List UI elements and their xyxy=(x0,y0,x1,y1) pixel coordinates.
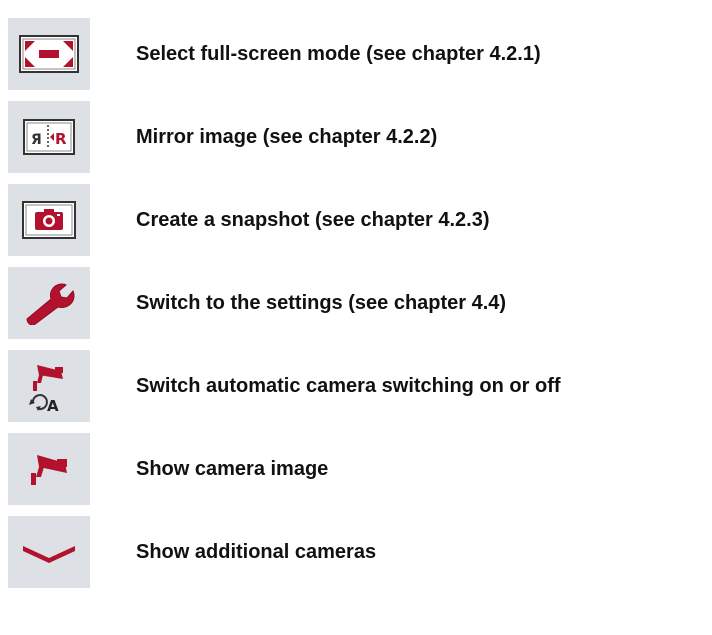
icon-tile xyxy=(8,433,90,505)
mirror-image-icon[interactable]: Я R xyxy=(23,119,75,155)
list-item-auto-switch: A Switch automatic camera switching on o… xyxy=(6,346,706,426)
item-label: Show additional cameras xyxy=(136,541,377,563)
svg-text:R: R xyxy=(55,130,67,148)
item-label: Create a snapshot (see chapter 4.2.3) xyxy=(136,209,490,231)
item-label: Show camera image xyxy=(136,458,329,480)
icon-tile: Я R xyxy=(8,101,90,173)
list-item-settings: Switch to the settings (see chapter 4.4) xyxy=(6,263,706,343)
item-label: Switch to the settings (see chapter 4.4) xyxy=(136,292,507,314)
list-item-snapshot: Create a snapshot (see chapter 4.2.3) xyxy=(6,180,706,260)
svg-text:A: A xyxy=(47,397,59,413)
chevron-down-icon[interactable] xyxy=(21,540,77,564)
snapshot-camera-icon[interactable] xyxy=(22,201,76,239)
fullscreen-icon[interactable] xyxy=(19,35,79,73)
list-item-additional-cameras: Show additional cameras xyxy=(6,512,706,592)
item-label: Mirror image (see chapter 4.2.2) xyxy=(136,126,438,148)
auto-camera-switch-icon[interactable]: A xyxy=(23,359,75,413)
wrench-icon[interactable] xyxy=(21,281,77,325)
camera-image-icon[interactable] xyxy=(27,451,71,487)
icon-tile xyxy=(8,18,90,90)
list-item-fullscreen: Select full-screen mode (see chapter 4.2… xyxy=(6,14,706,94)
icon-tile: A xyxy=(8,350,90,422)
item-label: Switch automatic camera switching on or … xyxy=(136,375,561,397)
list-item-camera-image: Show camera image xyxy=(6,429,706,509)
list-item-mirror: Я R Mirror image (see chapter 4.2.2) xyxy=(6,97,706,177)
icon-tile xyxy=(8,516,90,588)
icon-tile xyxy=(8,184,90,256)
item-label: Select full-screen mode (see chapter 4.2… xyxy=(136,43,541,65)
icon-tile xyxy=(8,267,90,339)
svg-text:Я: Я xyxy=(31,132,42,148)
